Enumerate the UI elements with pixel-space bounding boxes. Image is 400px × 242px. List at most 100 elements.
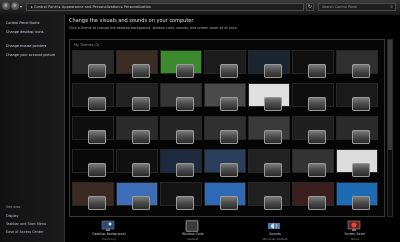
theme-tile[interactable] bbox=[72, 149, 114, 186]
theme-window-color-swatch bbox=[88, 64, 106, 78]
theme-tile[interactable] bbox=[204, 50, 246, 87]
theme-tile[interactable] bbox=[160, 50, 202, 87]
theme-gallery: My Themes (2) bbox=[69, 39, 385, 217]
theme-window-color-swatch bbox=[88, 130, 106, 144]
theme-tile[interactable] bbox=[116, 83, 158, 120]
theme-window-color-swatch bbox=[176, 163, 194, 177]
theme-window-color-swatch bbox=[352, 64, 370, 78]
page-description: Click a theme to change the desktop back… bbox=[69, 26, 238, 30]
theme-tile[interactable] bbox=[248, 149, 290, 186]
theme-settings-bar: Desktop Background Harmony Window Color … bbox=[69, 219, 385, 241]
setting-value: Harmony bbox=[102, 237, 116, 241]
theme-window-color-swatch bbox=[308, 97, 326, 111]
theme-tile[interactable] bbox=[248, 83, 290, 120]
theme-tile[interactable] bbox=[292, 50, 334, 87]
sidebar-item-desktop-icons[interactable]: Change desktop icons bbox=[6, 30, 62, 34]
theme-tile[interactable] bbox=[248, 50, 290, 87]
theme-list bbox=[72, 50, 378, 216]
theme-tile[interactable] bbox=[336, 116, 378, 153]
theme-tile[interactable] bbox=[116, 182, 158, 219]
theme-window-color-swatch bbox=[132, 163, 150, 177]
theme-window-color-swatch bbox=[264, 163, 282, 177]
theme-tile[interactable] bbox=[116, 149, 158, 186]
theme-tile[interactable] bbox=[72, 182, 114, 219]
theme-tile[interactable] bbox=[72, 83, 114, 120]
theme-window-color-swatch bbox=[352, 130, 370, 144]
theme-tile[interactable] bbox=[160, 83, 202, 120]
window-color-setting[interactable]: Window Color Default bbox=[163, 219, 223, 241]
sidebar: Control Panel Home Change desktop icons … bbox=[0, 15, 65, 242]
screen-saver-setting[interactable]: Screen Saver None bbox=[325, 219, 385, 241]
theme-tile[interactable] bbox=[204, 83, 246, 120]
theme-tile[interactable] bbox=[336, 83, 378, 120]
theme-window-color-swatch bbox=[308, 64, 326, 78]
theme-tile[interactable] bbox=[160, 149, 202, 186]
desktop-background-setting[interactable]: Desktop Background Harmony bbox=[79, 219, 139, 241]
theme-window-color-swatch bbox=[176, 196, 194, 210]
theme-tile[interactable] bbox=[204, 116, 246, 153]
sounds-setting[interactable]: Sounds Windows Default bbox=[245, 219, 305, 241]
theme-tile[interactable] bbox=[160, 116, 202, 153]
theme-tile[interactable] bbox=[72, 116, 114, 153]
theme-tile[interactable] bbox=[160, 182, 202, 219]
theme-window-color-swatch bbox=[220, 196, 238, 210]
theme-window-color-swatch bbox=[220, 64, 238, 78]
theme-window-color-swatch bbox=[88, 163, 106, 177]
theme-window-color-swatch bbox=[264, 97, 282, 111]
address-toolbar: ‹ › ▾ ▸ Control Panel ▸ Appearance and P… bbox=[0, 0, 400, 16]
theme-tile[interactable] bbox=[204, 149, 246, 186]
theme-tile[interactable] bbox=[116, 50, 158, 87]
search-placeholder: Search Control Panel bbox=[322, 5, 358, 9]
sidebar-item-ease-of-access[interactable]: Ease of Access Center bbox=[6, 230, 44, 234]
page-title: Change the visuals and sounds on your co… bbox=[69, 18, 194, 24]
theme-window-color-swatch bbox=[308, 196, 326, 210]
theme-window-color-swatch bbox=[176, 97, 194, 111]
sidebar-item-mouse-pointers[interactable]: Change mouse pointers bbox=[6, 44, 62, 48]
sidebar-item-account-picture[interactable]: Change your account picture bbox=[6, 53, 62, 57]
scrollbar-thumb[interactable] bbox=[388, 40, 392, 150]
theme-tile[interactable] bbox=[72, 50, 114, 87]
desktop-background-icon bbox=[101, 220, 115, 231]
forward-arrow-icon[interactable]: › bbox=[11, 2, 19, 10]
theme-window-color-swatch bbox=[352, 196, 370, 210]
theme-window-color-swatch bbox=[264, 196, 282, 210]
theme-tile[interactable] bbox=[336, 182, 378, 219]
theme-tile[interactable] bbox=[292, 149, 334, 186]
theme-window-color-swatch bbox=[88, 196, 106, 210]
theme-window-color-swatch bbox=[308, 130, 326, 144]
window-color-icon bbox=[185, 220, 199, 232]
gallery-group-title: My Themes (2) bbox=[74, 43, 100, 47]
theme-window-color-swatch bbox=[220, 130, 238, 144]
theme-window-color-swatch bbox=[308, 163, 326, 177]
see-also-heading: See also bbox=[6, 205, 21, 209]
theme-tile[interactable] bbox=[116, 116, 158, 153]
theme-tile[interactable] bbox=[292, 116, 334, 153]
theme-tile[interactable] bbox=[248, 116, 290, 153]
sidebar-item-taskbar[interactable]: Taskbar and Start Menu bbox=[6, 222, 46, 226]
sounds-icon bbox=[268, 223, 280, 229]
theme-window-color-swatch bbox=[132, 130, 150, 144]
search-icon[interactable]: ⌕ bbox=[390, 4, 393, 10]
sidebar-item-display[interactable]: Display bbox=[6, 214, 19, 218]
theme-window-color-swatch bbox=[352, 97, 370, 111]
theme-tile[interactable] bbox=[336, 50, 378, 87]
theme-window-color-swatch bbox=[88, 97, 106, 111]
refresh-icon[interactable]: ↻ bbox=[306, 3, 314, 11]
theme-window-color-swatch bbox=[176, 64, 194, 78]
address-bar[interactable]: ▸ Control Panel ▸ Appearance and Persona… bbox=[26, 3, 304, 11]
theme-tile[interactable] bbox=[292, 83, 334, 120]
theme-tile[interactable] bbox=[248, 182, 290, 219]
recent-pages-dropdown[interactable]: ▾ bbox=[20, 4, 22, 9]
gallery-scrollbar[interactable] bbox=[387, 39, 393, 217]
main-content: Change the visuals and sounds on your co… bbox=[65, 15, 400, 242]
theme-tile[interactable] bbox=[204, 182, 246, 219]
theme-window-color-swatch bbox=[220, 97, 238, 111]
theme-window-color-swatch bbox=[264, 64, 282, 78]
back-arrow-icon[interactable]: ‹ bbox=[2, 2, 10, 10]
search-input[interactable]: Search Control Panel ⌕ bbox=[318, 3, 396, 11]
theme-tile[interactable] bbox=[336, 149, 378, 186]
theme-window-color-swatch bbox=[132, 196, 150, 210]
sidebar-item-control-panel-home[interactable]: Control Panel Home bbox=[6, 21, 62, 25]
theme-tile[interactable] bbox=[292, 182, 334, 219]
theme-window-color-swatch bbox=[132, 97, 150, 111]
